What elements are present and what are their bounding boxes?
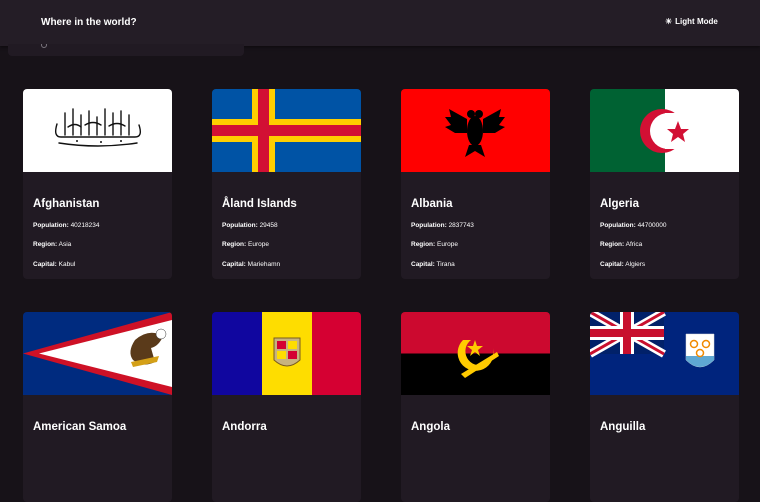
flag-algeria xyxy=(590,89,739,172)
app-title: Where in the world? xyxy=(41,17,137,28)
region-field: Region: Europe xyxy=(411,241,458,248)
country-name: Andorra xyxy=(222,421,267,433)
capital-field: Capital: Tirana xyxy=(411,261,455,268)
capital-field: Capital: Mariehamn xyxy=(222,261,281,268)
theme-toggle-label: Light Mode xyxy=(675,17,718,26)
flag-angola xyxy=(401,312,550,395)
theme-toggle-button[interactable]: ☀ Light Mode xyxy=(665,17,718,26)
search-input[interactable] xyxy=(8,44,244,56)
flag-afghanistan xyxy=(23,89,172,172)
capital-field: Capital: Kabul xyxy=(33,261,76,268)
country-card-andorra[interactable]: Andorra xyxy=(212,312,361,502)
flag-anguilla xyxy=(590,312,739,395)
region-field: Region: Europe xyxy=(222,241,269,248)
sun-icon: ☀ xyxy=(665,16,673,26)
country-name: Afghanistan xyxy=(33,198,100,210)
flag-aland-islands xyxy=(212,89,361,172)
country-name: Åland Islands xyxy=(222,198,297,210)
population-field: Population: 2837743 xyxy=(411,222,474,229)
country-card-albania[interactable]: Albania Population: 2837743 Region: Euro… xyxy=(401,89,550,279)
country-name: Anguilla xyxy=(600,421,646,433)
country-card-angola[interactable]: Angola xyxy=(401,312,550,502)
flag-albania xyxy=(401,89,550,172)
population-field: Population: 29458 xyxy=(222,222,278,229)
country-card-algeria[interactable]: Algeria Population: 44700000 Region: Afr… xyxy=(590,89,739,279)
flag-andorra xyxy=(212,312,361,395)
population-field: Population: 40218234 xyxy=(33,222,100,229)
country-name: Albania xyxy=(411,198,453,210)
country-name: Angola xyxy=(411,421,450,433)
country-card-afghanistan[interactable]: Afghanistan Population: 40218234 Region:… xyxy=(23,89,172,279)
country-card-american-samoa[interactable]: American Samoa xyxy=(23,312,172,502)
country-name: American Samoa xyxy=(33,421,127,433)
flag-american-samoa xyxy=(23,312,172,395)
country-card-aland-islands[interactable]: Åland Islands Population: 29458 Region: … xyxy=(212,89,361,279)
country-card-anguilla[interactable]: Anguilla xyxy=(590,312,739,502)
region-field: Region: Asia xyxy=(33,241,72,248)
capital-field: Capital: Algiers xyxy=(600,261,646,268)
country-name: Algeria xyxy=(600,198,639,210)
region-field: Region: Africa xyxy=(600,241,643,248)
app-header: Where in the world? ☀ Light Mode xyxy=(0,0,760,46)
population-field: Population: 44700000 xyxy=(600,222,667,229)
search-icon xyxy=(41,44,47,48)
